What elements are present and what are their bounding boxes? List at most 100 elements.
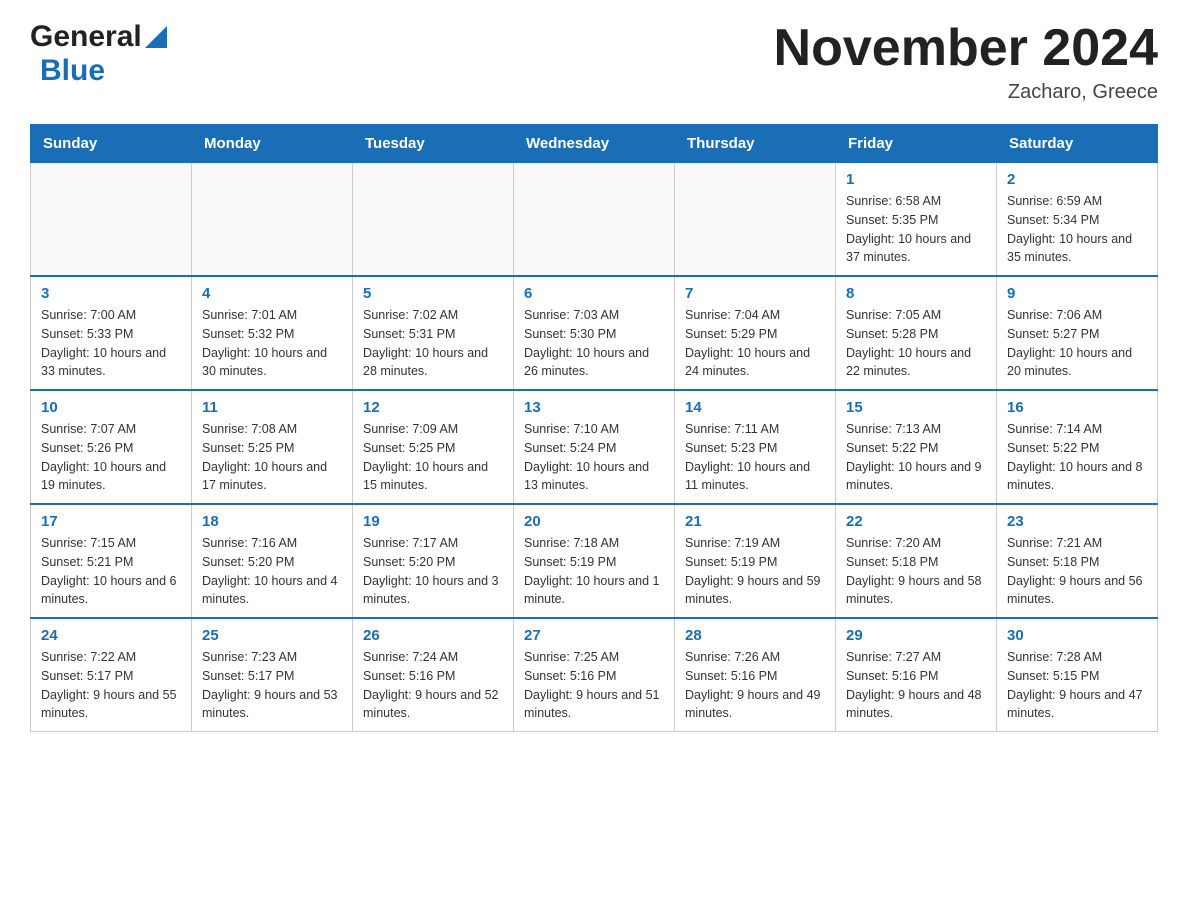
calendar-week-row: 3 Sunrise: 7:00 AM Sunset: 5:33 PM Daylig…: [31, 276, 1158, 390]
calendar-cell: 29 Sunrise: 7:27 AM Sunset: 5:16 PM Dayli…: [836, 618, 997, 732]
day-info: Sunrise: 7:13 AM Sunset: 5:22 PM Dayligh…: [846, 420, 986, 495]
day-number: 1: [846, 171, 986, 188]
calendar-cell: 14 Sunrise: 7:11 AM Sunset: 5:23 PM Dayli…: [675, 390, 836, 504]
calendar-cell: 10 Sunrise: 7:07 AM Sunset: 5:26 PM Dayli…: [31, 390, 192, 504]
day-info: Sunrise: 7:17 AM Sunset: 5:20 PM Dayligh…: [363, 534, 503, 609]
calendar-cell: 18Sunrise: 7:16 AM Sunset: 5:20 PM Dayli…: [192, 504, 353, 618]
day-info: Sunrise: 7:07 AM Sunset: 5:26 PM Dayligh…: [41, 420, 181, 495]
calendar-cell: [675, 163, 836, 277]
day-info: Sunrise: 7:28 AM Sunset: 5:15 PM Dayligh…: [1007, 648, 1147, 723]
day-number: 4: [202, 285, 342, 302]
day-number: 25: [202, 627, 342, 644]
col-monday: Monday: [192, 125, 353, 163]
day-info: Sunrise: 7:23 AM Sunset: 5:17 PM Dayligh…: [202, 648, 342, 723]
day-info: Sunrise: 7:24 AM Sunset: 5:16 PM Dayligh…: [363, 648, 503, 723]
calendar-cell: 1 Sunrise: 6:58 AM Sunset: 5:35 PM Daylig…: [836, 163, 997, 277]
day-number: 18: [202, 513, 342, 530]
calendar-cell: 20Sunrise: 7:18 AM Sunset: 5:19 PM Dayli…: [514, 504, 675, 618]
calendar-cell: 13 Sunrise: 7:10 AM Sunset: 5:24 PM Dayli…: [514, 390, 675, 504]
calendar-cell: [31, 163, 192, 277]
day-number: 6: [524, 285, 664, 302]
day-number: 13: [524, 399, 664, 416]
day-number: 10: [41, 399, 181, 416]
day-number: 17: [41, 513, 181, 530]
day-info: Sunrise: 7:08 AM Sunset: 5:25 PM Dayligh…: [202, 420, 342, 495]
calendar-cell: 23Sunrise: 7:21 AM Sunset: 5:18 PM Dayli…: [997, 504, 1158, 618]
day-info: Sunrise: 7:05 AM Sunset: 5:28 PM Dayligh…: [846, 306, 986, 381]
day-info: Sunrise: 7:03 AM Sunset: 5:30 PM Dayligh…: [524, 306, 664, 381]
day-info: Sunrise: 6:58 AM Sunset: 5:35 PM Dayligh…: [846, 192, 986, 267]
day-info: Sunrise: 7:02 AM Sunset: 5:31 PM Dayligh…: [363, 306, 503, 381]
calendar-cell: 12 Sunrise: 7:09 AM Sunset: 5:25 PM Dayli…: [353, 390, 514, 504]
day-number: 14: [685, 399, 825, 416]
day-info: Sunrise: 7:27 AM Sunset: 5:16 PM Dayligh…: [846, 648, 986, 723]
calendar-cell: [514, 163, 675, 277]
calendar-cell: 3 Sunrise: 7:00 AM Sunset: 5:33 PM Daylig…: [31, 276, 192, 390]
calendar-cell: 6 Sunrise: 7:03 AM Sunset: 5:30 PM Daylig…: [514, 276, 675, 390]
day-number: 15: [846, 399, 986, 416]
calendar-cell: 4 Sunrise: 7:01 AM Sunset: 5:32 PM Daylig…: [192, 276, 353, 390]
calendar-cell: 11 Sunrise: 7:08 AM Sunset: 5:25 PM Dayli…: [192, 390, 353, 504]
calendar-table: Sunday Monday Tuesday Wednesday Thursday…: [30, 124, 1158, 732]
day-info: Sunrise: 7:00 AM Sunset: 5:33 PM Dayligh…: [41, 306, 181, 381]
calendar-cell: 17 Sunrise: 7:15 AM Sunset: 5:21 PM Dayli…: [31, 504, 192, 618]
calendar-cell: [192, 163, 353, 277]
calendar-week-row: 17 Sunrise: 7:15 AM Sunset: 5:21 PM Dayli…: [31, 504, 1158, 618]
day-number: 9: [1007, 285, 1147, 302]
col-friday: Friday: [836, 125, 997, 163]
day-info: Sunrise: 7:11 AM Sunset: 5:23 PM Dayligh…: [685, 420, 825, 495]
calendar-week-row: 10 Sunrise: 7:07 AM Sunset: 5:26 PM Dayli…: [31, 390, 1158, 504]
day-info: Sunrise: 6:59 AM Sunset: 5:34 PM Dayligh…: [1007, 192, 1147, 267]
day-number: 5: [363, 285, 503, 302]
calendar-cell: 7Sunrise: 7:04 AM Sunset: 5:29 PM Daylig…: [675, 276, 836, 390]
day-info: Sunrise: 7:22 AM Sunset: 5:17 PM Dayligh…: [41, 648, 181, 723]
day-number: 21: [685, 513, 825, 530]
day-number: 30: [1007, 627, 1147, 644]
day-number: 11: [202, 399, 342, 416]
col-thursday: Thursday: [675, 125, 836, 163]
day-info: Sunrise: 7:15 AM Sunset: 5:21 PM Dayligh…: [41, 534, 181, 609]
calendar-week-row: 1 Sunrise: 6:58 AM Sunset: 5:35 PM Daylig…: [31, 163, 1158, 277]
day-number: 7: [685, 285, 825, 302]
page-header: General Blue November 2024 Zacharo, Gree…: [30, 20, 1158, 104]
calendar-cell: 26 Sunrise: 7:24 AM Sunset: 5:16 PM Dayli…: [353, 618, 514, 732]
day-number: 26: [363, 627, 503, 644]
calendar-cell: 8 Sunrise: 7:05 AM Sunset: 5:28 PM Daylig…: [836, 276, 997, 390]
day-number: 2: [1007, 171, 1147, 188]
calendar-cell: 19 Sunrise: 7:17 AM Sunset: 5:20 PM Dayli…: [353, 504, 514, 618]
day-number: 22: [846, 513, 986, 530]
day-info: Sunrise: 7:10 AM Sunset: 5:24 PM Dayligh…: [524, 420, 664, 495]
day-number: 8: [846, 285, 986, 302]
day-info: Sunrise: 7:20 AM Sunset: 5:18 PM Dayligh…: [846, 534, 986, 609]
location-label: Zacharo, Greece: [774, 81, 1158, 104]
logo: General Blue: [30, 20, 167, 88]
day-number: 19: [363, 513, 503, 530]
day-info: Sunrise: 7:09 AM Sunset: 5:25 PM Dayligh…: [363, 420, 503, 495]
calendar-cell: 5 Sunrise: 7:02 AM Sunset: 5:31 PM Daylig…: [353, 276, 514, 390]
day-number: 28: [685, 627, 825, 644]
calendar-cell: 27Sunrise: 7:25 AM Sunset: 5:16 PM Dayli…: [514, 618, 675, 732]
day-info: Sunrise: 7:19 AM Sunset: 5:19 PM Dayligh…: [685, 534, 825, 609]
col-sunday: Sunday: [31, 125, 192, 163]
day-number: 24: [41, 627, 181, 644]
logo-general-text: General: [30, 20, 142, 54]
calendar-cell: 22 Sunrise: 7:20 AM Sunset: 5:18 PM Dayli…: [836, 504, 997, 618]
day-number: 12: [363, 399, 503, 416]
day-info: Sunrise: 7:01 AM Sunset: 5:32 PM Dayligh…: [202, 306, 342, 381]
calendar-cell: 21 Sunrise: 7:19 AM Sunset: 5:19 PM Dayli…: [675, 504, 836, 618]
day-number: 29: [846, 627, 986, 644]
day-number: 3: [41, 285, 181, 302]
col-tuesday: Tuesday: [353, 125, 514, 163]
calendar-cell: [353, 163, 514, 277]
calendar-cell: 25 Sunrise: 7:23 AM Sunset: 5:17 PM Dayli…: [192, 618, 353, 732]
month-title: November 2024: [774, 20, 1158, 77]
day-info: Sunrise: 7:25 AM Sunset: 5:16 PM Dayligh…: [524, 648, 664, 723]
day-number: 16: [1007, 399, 1147, 416]
day-info: Sunrise: 7:21 AM Sunset: 5:18 PM Dayligh…: [1007, 534, 1147, 609]
calendar-cell: 24 Sunrise: 7:22 AM Sunset: 5:17 PM Dayli…: [31, 618, 192, 732]
day-info: Sunrise: 7:06 AM Sunset: 5:27 PM Dayligh…: [1007, 306, 1147, 381]
calendar-cell: 30 Sunrise: 7:28 AM Sunset: 5:15 PM Dayli…: [997, 618, 1158, 732]
day-number: 20: [524, 513, 664, 530]
day-info: Sunrise: 7:14 AM Sunset: 5:22 PM Dayligh…: [1007, 420, 1147, 495]
calendar-cell: 28Sunrise: 7:26 AM Sunset: 5:16 PM Dayli…: [675, 618, 836, 732]
